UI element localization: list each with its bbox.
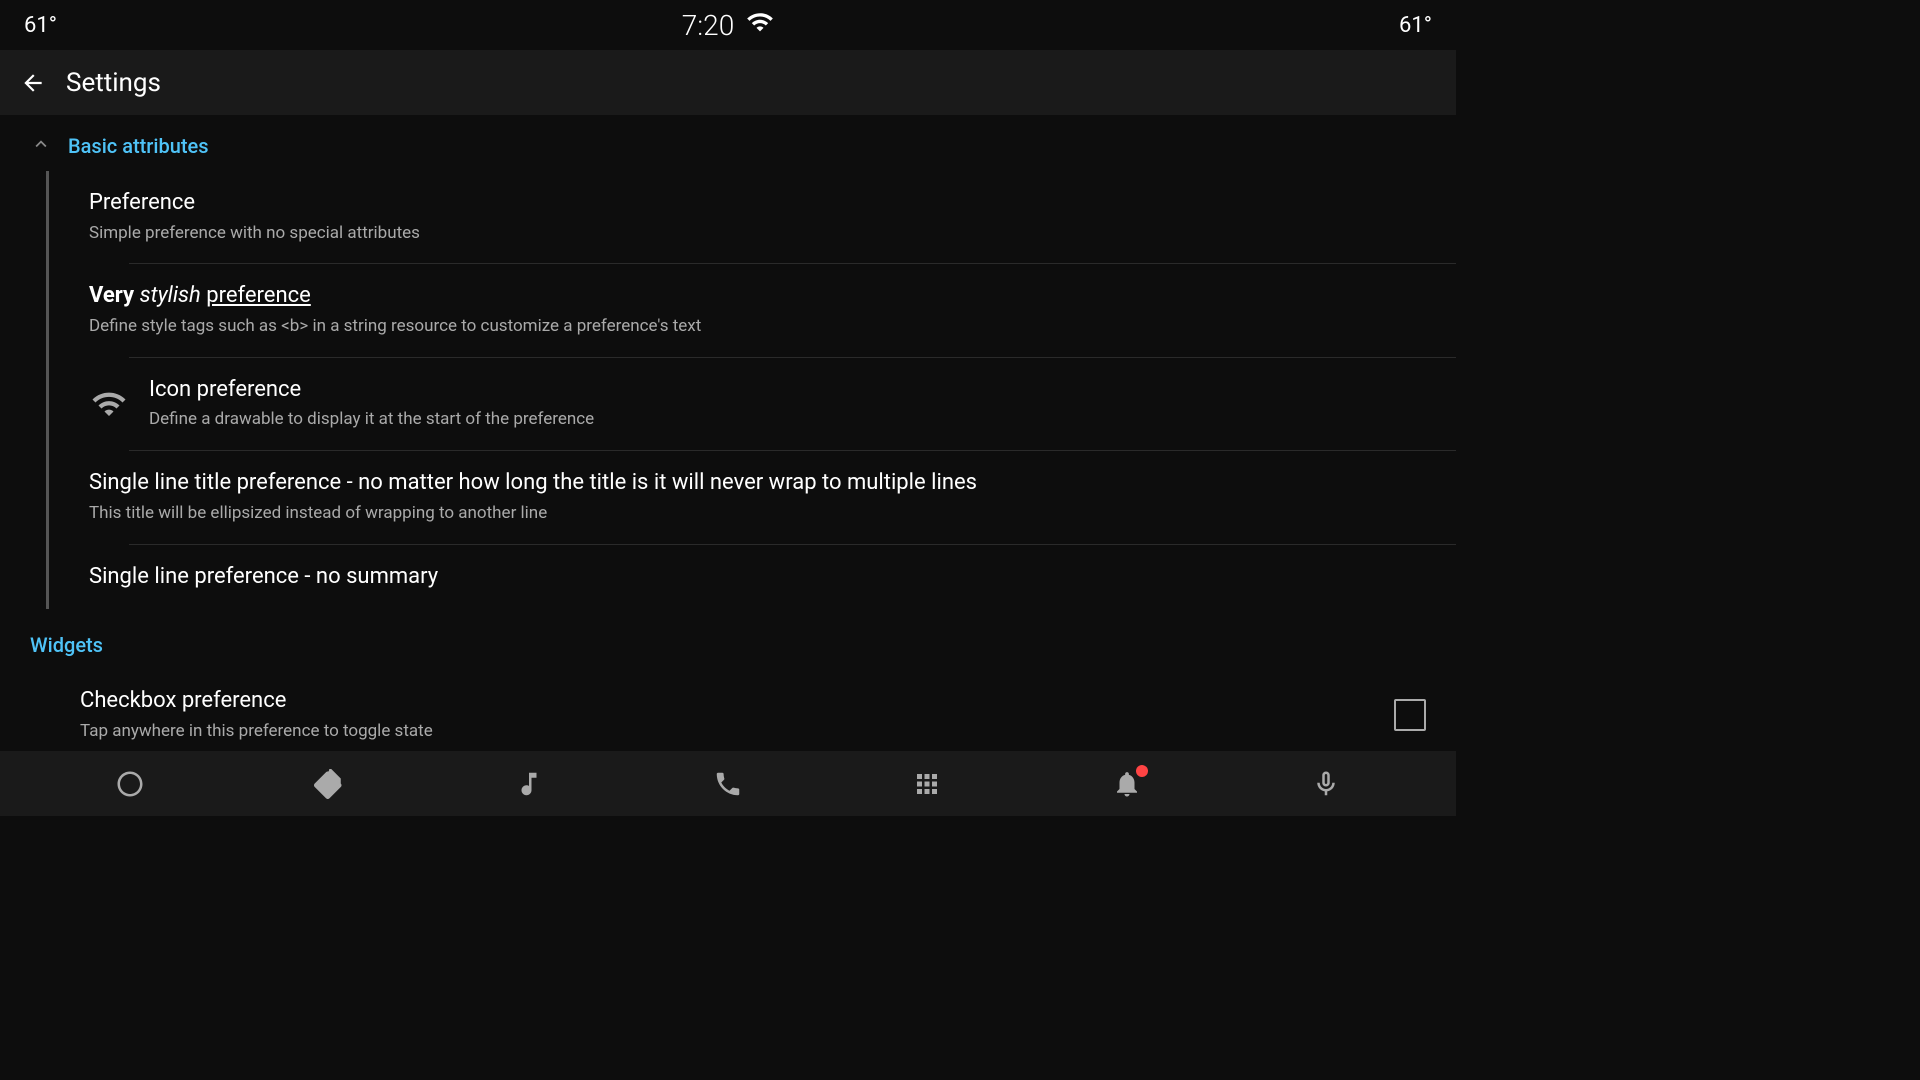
content-area: Basic attributes Preference Simple prefe…	[0, 115, 1456, 751]
nav-navigation[interactable]	[294, 761, 364, 807]
preference-title-nosummary: Single line preference - no summary	[89, 563, 1426, 592]
nav-microphone[interactable]	[1291, 761, 1361, 807]
preference-item-simple[interactable]: Preference Simple preference with no spe…	[49, 171, 1456, 263]
wifi-status-icon	[746, 8, 774, 43]
phone-icon	[713, 769, 743, 799]
nav-notifications[interactable]	[1092, 761, 1162, 807]
temp-right: 61°	[1399, 13, 1432, 38]
preference-summary-stylish: Define style tags such as <b> in a strin…	[89, 315, 1426, 339]
nav-music[interactable]	[494, 761, 564, 807]
preference-item-nosummary[interactable]: Single line preference - no summary	[49, 545, 1456, 610]
preference-item-stylish[interactable]: Very stylish preference Define style tag…	[49, 264, 1456, 356]
preference-text-simple: Preference Simple preference with no spe…	[89, 189, 1426, 245]
home-icon	[115, 769, 145, 799]
music-icon	[514, 769, 544, 799]
notification-badge	[1136, 765, 1148, 777]
microphone-icon	[1311, 769, 1341, 799]
preference-text-icon: Icon preference Define a drawable to dis…	[149, 376, 1426, 432]
page-title: Settings	[66, 68, 161, 98]
preference-title-icon: Icon preference	[149, 376, 1426, 405]
checkbox-summary: Tap anywhere in this preference to toggl…	[80, 720, 1394, 744]
preference-summary-icon: Define a drawable to display it at the s…	[149, 408, 1426, 432]
navigation-icon	[314, 769, 344, 799]
status-bar: 61° 7:20 61°	[0, 0, 1456, 50]
preference-icon-wifi	[89, 384, 129, 424]
checkbox-title: Checkbox preference	[80, 687, 1394, 716]
preference-text-singleline-title: Single line title preference - no matter…	[89, 469, 1426, 525]
grid-icon	[912, 769, 942, 799]
nav-grid[interactable]	[892, 761, 962, 807]
checkbox-preference-item[interactable]: Checkbox preference Tap anywhere in this…	[0, 669, 1456, 751]
preference-text-nosummary: Single line preference - no summary	[89, 563, 1426, 592]
basic-attributes-group: Preference Simple preference with no spe…	[46, 171, 1456, 609]
chevron-up-icon	[30, 133, 52, 159]
preference-title-stylish: Very stylish preference	[89, 282, 1426, 311]
preference-text-stylish: Very stylish preference Define style tag…	[89, 282, 1426, 338]
preference-summary-simple: Simple preference with no special attrib…	[89, 222, 1426, 246]
widgets-title: Widgets	[30, 633, 103, 657]
widgets-section-header[interactable]: Widgets	[0, 609, 1456, 669]
status-center: 7:20	[682, 8, 774, 43]
nav-phone[interactable]	[693, 761, 763, 807]
preference-summary-singleline: This title will be ellipsized instead of…	[89, 502, 1426, 526]
app-header: Settings	[0, 50, 1456, 115]
preference-title-simple: Preference	[89, 189, 1426, 218]
preference-item-icon[interactable]: Icon preference Define a drawable to dis…	[49, 358, 1456, 450]
basic-attributes-section-header[interactable]: Basic attributes	[0, 115, 1456, 171]
bottom-navigation	[0, 751, 1456, 816]
basic-attributes-title: Basic attributes	[68, 134, 209, 158]
preference-item-singleline-title[interactable]: Single line title preference - no matter…	[49, 451, 1456, 543]
preference-title-singleline: Single line title preference - no matter…	[89, 469, 1426, 498]
temp-left: 61°	[24, 13, 57, 38]
nav-home[interactable]	[95, 761, 165, 807]
time-display: 7:20	[682, 9, 734, 42]
checkbox-widget[interactable]	[1394, 699, 1426, 731]
back-button[interactable]	[20, 70, 46, 96]
checkbox-text: Checkbox preference Tap anywhere in this…	[80, 687, 1394, 743]
